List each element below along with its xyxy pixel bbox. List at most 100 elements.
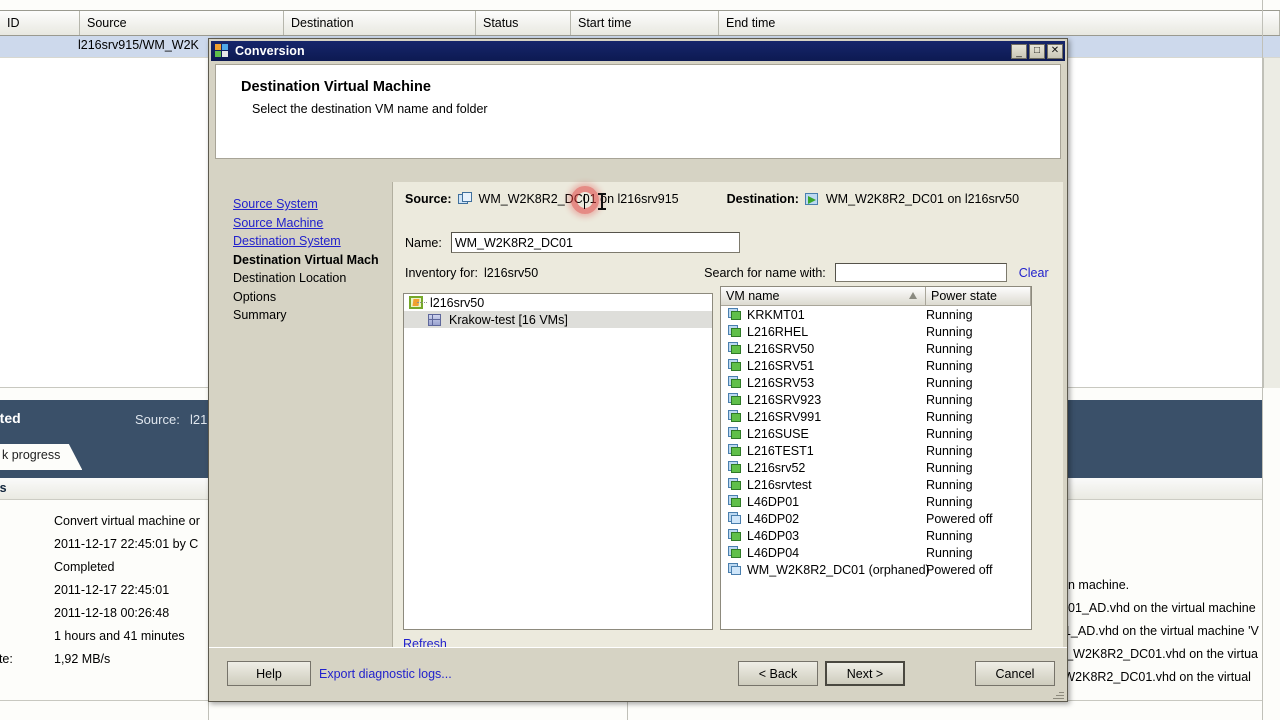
vm-name-input[interactable] [450, 232, 740, 253]
close-icon[interactable]: ✕ [1047, 43, 1063, 59]
vm-name-cell: L216SRV50 [721, 342, 926, 356]
tree-node-host[interactable]: l216srv50 [404, 294, 712, 311]
log-line-2: C01_AD.vhd on the virtual machine 'V [1048, 624, 1259, 638]
export-diagnostic-logs-link[interactable]: Export diagnostic logs... [319, 667, 452, 681]
text-caret [584, 194, 585, 209]
clear-search-link[interactable]: Clear [1019, 266, 1049, 280]
inventory-label: Inventory for: [405, 265, 478, 280]
sidebar-item-destination-virtual-machine[interactable]: Destination Virtual Mach [233, 251, 392, 270]
power-state-cell: Running [926, 460, 973, 475]
vm-list-row[interactable]: L46DP04 Running [721, 544, 1031, 561]
sort-ascending-icon [909, 292, 917, 299]
detail-value-3: 2011-12-17 22:45:01 [54, 583, 170, 597]
task-progress-tab[interactable]: k progress [0, 444, 83, 470]
vm-list-row[interactable]: L46DP02 Powered off [721, 510, 1031, 527]
sidebar-item-source-machine[interactable]: Source Machine [233, 214, 392, 233]
vm-list-row[interactable]: KRKMT01 Running [721, 306, 1031, 323]
vm-name-label: L216SRV991 [747, 409, 822, 424]
dialog-main-pane: Source: WM_W2K8R2_DC01 on l216srv915 Des… [393, 182, 1063, 682]
sidebar-item-source-system[interactable]: Source System [233, 195, 392, 214]
vm-running-icon [728, 376, 742, 389]
dialog-body: Source System Source Machine Destination… [215, 182, 1063, 682]
sidebar-item-options[interactable]: Options [233, 288, 392, 307]
sidebar-item-summary[interactable]: Summary [233, 306, 392, 325]
column-header-status[interactable]: Status [476, 11, 571, 35]
inventory-and-search-row: Inventory for: l216srv50 Search for name… [405, 263, 1051, 282]
sidebar-item-destination-system[interactable]: Destination System [233, 232, 392, 251]
help-button[interactable]: Help [227, 661, 311, 686]
column-header-id[interactable]: ID [0, 11, 80, 35]
resize-grip[interactable] [1052, 687, 1064, 699]
column-header-start-time[interactable]: Start time [571, 11, 719, 35]
vm-name-cell: L216TEST1 [721, 444, 926, 458]
column-header-source[interactable]: Source [80, 11, 284, 35]
vm-running-icon [728, 359, 742, 372]
vm-list-body: KRKMT01 Running L216RHEL Running L216SRV50 Ru… [721, 306, 1031, 578]
power-state-cell: Running [926, 307, 973, 322]
sidebar-item-destination-location[interactable]: Destination Location [233, 269, 392, 288]
vm-list-row[interactable]: L46DP01 Running [721, 493, 1031, 510]
detail-value-6: 1,92 MB/s [54, 652, 111, 666]
column-header-vm-name[interactable]: VM name [721, 287, 926, 306]
search-label: Search for name with: [704, 265, 826, 280]
vm-list-row[interactable]: L216srvtest Running [721, 476, 1031, 493]
dialog-title: Conversion [235, 44, 305, 58]
column-header-end-time[interactable]: End time [719, 11, 1280, 35]
vm-list-row[interactable]: L216srv52 Running [721, 459, 1031, 476]
task-detail-status-title: leted [0, 410, 21, 426]
vm-running-icon [728, 529, 742, 542]
vm-list-row[interactable]: L216SRV53 Running [721, 374, 1031, 391]
tasks-list-scrollbar[interactable] [1263, 58, 1280, 388]
vm-list-row[interactable]: L216RHEL Running [721, 323, 1031, 340]
tree-node-folder-label: Krakow-test [16 VMs] [449, 312, 568, 327]
vm-list-row[interactable]: L216SRV50 Running [721, 340, 1031, 357]
vm-name-cell: WM_W2K8R2_DC01 (orphaned) [721, 563, 930, 577]
vm-name-label: L216SRV50 [747, 341, 815, 356]
vm-list[interactable]: VM name Power state KRKMT01 Running L216RH… [720, 286, 1032, 630]
page-subtitle: Select the destination VM name and folde… [252, 102, 488, 116]
minimize-icon[interactable]: _ [1011, 43, 1027, 59]
tree-node-folder[interactable]: Krakow-test [16 VMs] [404, 311, 712, 328]
back-button[interactable]: < Back [738, 661, 818, 686]
search-input[interactable] [834, 263, 1007, 282]
vm-name-label: L216SRV51 [747, 358, 815, 373]
inventory-value: l216srv50 [483, 265, 539, 280]
vm-name-label: L216RHEL [747, 324, 809, 339]
vm-list-row[interactable]: L216SRV923 Running [721, 391, 1031, 408]
destination-value: WM_W2K8R2_DC01 on l216srv50 [825, 192, 1020, 206]
column-header-power-state[interactable]: Power state [926, 287, 1031, 306]
detail-rate-label: ate: [0, 652, 13, 666]
vm-list-row[interactable]: L216SUSE Running [721, 425, 1031, 442]
vm-list-row[interactable]: WM_W2K8R2_DC01 (orphaned) Powered off [721, 561, 1031, 578]
vm-list-row[interactable]: L216SRV991 Running [721, 408, 1031, 425]
vm-list-row[interactable]: L216TEST1 Running [721, 442, 1031, 459]
power-state-cell: Powered off [926, 511, 993, 526]
wizard-nav-pane: Source System Source Machine Destination… [215, 182, 393, 682]
vm-list-row[interactable]: L46DP03 Running [721, 527, 1031, 544]
cancel-button[interactable]: Cancel [975, 661, 1055, 686]
detail-value-4: 2011-12-18 00:26:48 [54, 606, 170, 620]
vm-name-cell: L46DP01 [721, 495, 926, 509]
vm-list-row[interactable]: L216SRV51 Running [721, 357, 1031, 374]
tree-node-host-label: l216srv50 [430, 295, 485, 310]
task-detail-section-label: us [0, 481, 7, 495]
detail-value-0: Convert virtual machine or [54, 514, 200, 528]
next-button[interactable]: Next > [825, 661, 905, 686]
power-state-cell: Running [926, 494, 973, 509]
inventory-tree[interactable]: l216srv50 Krakow-test [16 VMs] [403, 293, 713, 630]
column-header-destination[interactable]: Destination [284, 11, 476, 35]
tree-connector [417, 302, 427, 303]
power-state-cell: Running [926, 545, 973, 560]
dialog-titlebar[interactable]: Conversion _ □ ✕ [211, 41, 1065, 61]
log-line-1: DC01_AD.vhd on the virtual machine [1050, 601, 1256, 615]
page-title: Destination Virtual Machine [241, 79, 431, 95]
vm-name-label: L216SRV923 [747, 392, 822, 407]
task-detail-source-value: l21 [190, 412, 208, 427]
vm-name-label: L216srvtest [747, 477, 812, 492]
maximize-icon[interactable]: □ [1029, 43, 1045, 59]
vm-name-label: L216SUSE [747, 426, 809, 441]
source-vm-icon [457, 192, 473, 206]
vm-name-cell: L216SRV53 [721, 376, 926, 390]
vm-running-icon [728, 444, 742, 457]
power-state-cell: Running [926, 392, 973, 407]
